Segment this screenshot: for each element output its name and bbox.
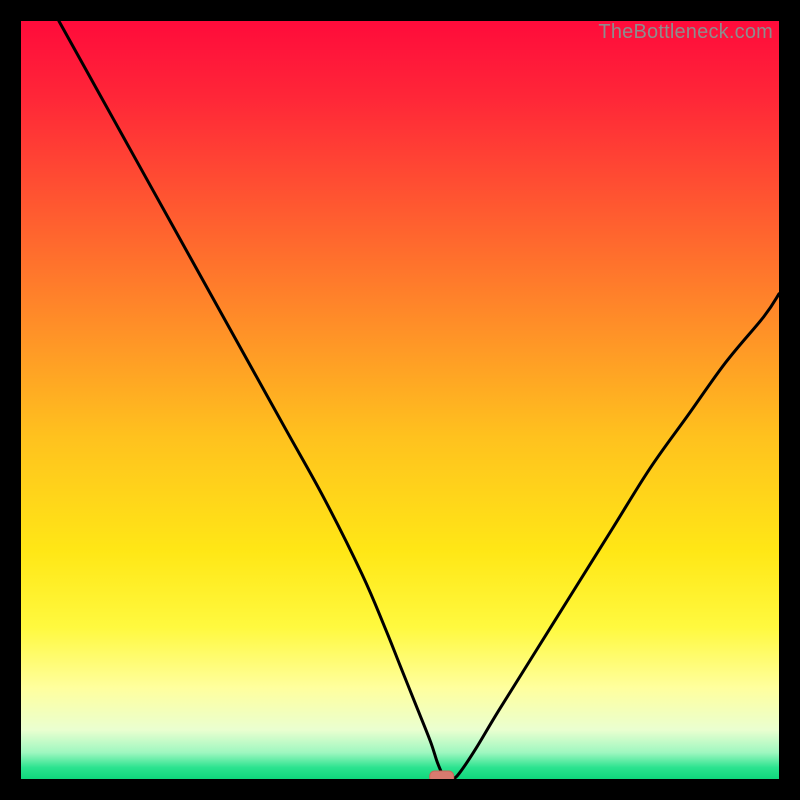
watermark-label: TheBottleneck.com xyxy=(598,21,773,44)
optimum-marker xyxy=(430,771,454,779)
chart-frame: TheBottleneck.com xyxy=(21,21,779,779)
bottleneck-chart xyxy=(21,21,779,779)
